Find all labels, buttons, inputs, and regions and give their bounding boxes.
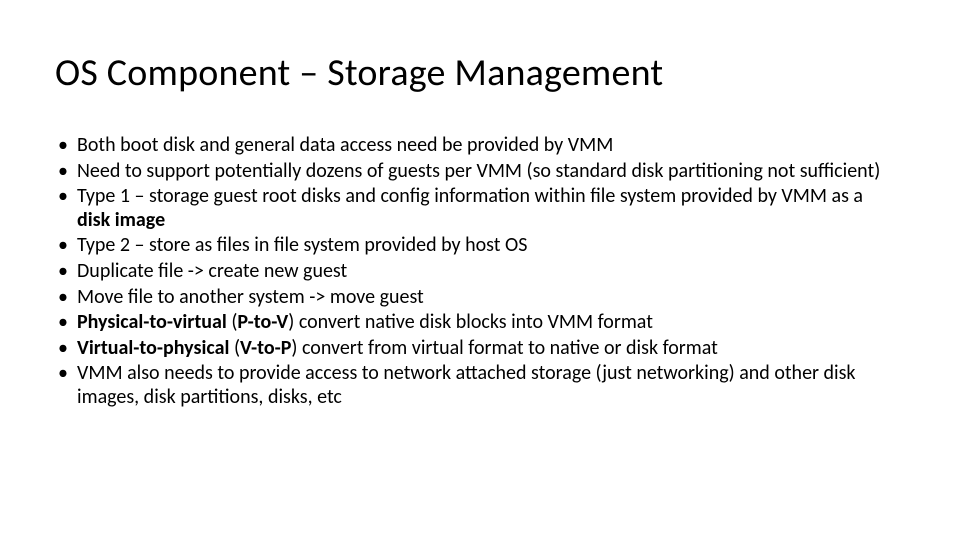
bullet-text: P-to-V	[237, 310, 288, 334]
bullet-item: Both boot disk and general data access n…	[55, 134, 895, 158]
bullet-text: Type 2 – store as files in file system p…	[77, 233, 527, 257]
bullet-text: V-to-P	[240, 336, 291, 360]
bullet-item: Type 2 – store as files in file system p…	[55, 234, 895, 258]
bullet-text: Physical-to-virtual	[77, 310, 227, 334]
bullet-text: Both boot disk and general data access n…	[77, 133, 613, 157]
bullet-item: Physical-to-virtual (P-to-V) convert nat…	[55, 311, 895, 335]
bullet-item: Move file to another system -> move gues…	[55, 286, 895, 310]
bullet-text: Duplicate file -> create new guest	[77, 259, 347, 283]
slide-title: OS Component – Storage Management	[55, 50, 905, 96]
bullet-text: (	[227, 310, 238, 334]
bullet-text: VMM also needs to provide access to netw…	[77, 361, 856, 409]
bullet-text: (	[229, 336, 240, 360]
bullet-item: Type 1 – storage guest root disks and co…	[55, 185, 895, 232]
slide: OS Component – Storage Management Both b…	[0, 0, 960, 540]
bullet-text: Type 1 – storage guest root disks and co…	[77, 184, 863, 208]
bullet-text: Move file to another system -> move gues…	[77, 285, 424, 309]
bullet-list: Both boot disk and general data access n…	[55, 134, 905, 410]
bullet-text: ) convert from virtual format to native …	[291, 336, 717, 360]
bullet-item: Need to support potentially dozens of gu…	[55, 160, 895, 184]
bullet-text: disk image	[77, 208, 165, 232]
bullet-text: Virtual-to-physical	[77, 336, 229, 360]
bullet-text: ) convert native disk blocks into VMM fo…	[288, 310, 653, 334]
bullet-text: Need to support potentially dozens of gu…	[77, 159, 880, 183]
bullet-item: Virtual-to-physical (V-to-P) convert fro…	[55, 337, 895, 361]
bullet-item: Duplicate file -> create new guest	[55, 260, 895, 284]
bullet-item: VMM also needs to provide access to netw…	[55, 362, 895, 409]
